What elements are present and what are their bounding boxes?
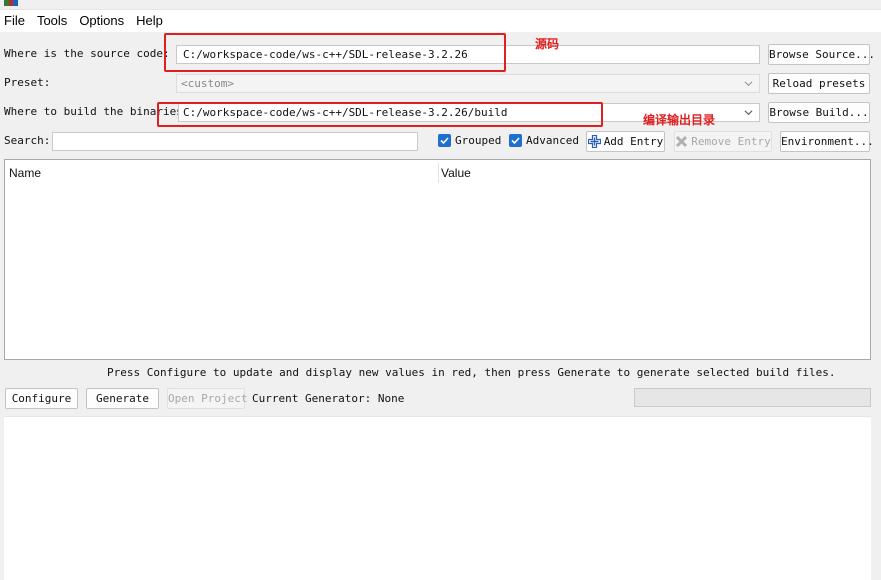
remove-entry-label: Remove Entry (691, 135, 771, 148)
annotation-box-build (157, 102, 603, 127)
menu-help[interactable]: Help (132, 10, 171, 32)
reload-presets-button[interactable]: Reload presets (768, 73, 870, 94)
add-entry-button[interactable]: Add Entry (586, 131, 665, 152)
output-log[interactable] (4, 416, 871, 580)
browse-source-button[interactable]: Browse Source... (768, 44, 875, 65)
window-title-bar (0, 0, 881, 10)
source-label: Where is the source code: (4, 47, 170, 60)
chevron-down-icon (744, 81, 753, 87)
grouped-checkbox[interactable]: Grouped (438, 134, 501, 147)
checkbox-checked-icon (509, 134, 522, 147)
remove-icon (676, 135, 688, 148)
advanced-checkbox[interactable]: Advanced (509, 134, 579, 147)
cache-variables-table[interactable]: Name Value (4, 159, 871, 360)
preset-label: Preset: (4, 76, 51, 89)
checkbox-checked-icon (438, 134, 451, 147)
current-generator-text: Current Generator: None (252, 392, 405, 405)
add-entry-label: Add Entry (603, 135, 664, 148)
open-project-button[interactable]: Open Project (167, 388, 247, 409)
preset-value: <custom> (181, 77, 234, 90)
advanced-label: Advanced (526, 134, 579, 147)
annotation-source-note: 源码 (535, 37, 560, 51)
grouped-label: Grouped (455, 134, 502, 147)
menu-bar: File Tools Options Help (0, 10, 881, 32)
column-header-name[interactable]: Name (9, 166, 41, 180)
column-divider (438, 163, 439, 183)
generate-button[interactable]: Generate (86, 388, 159, 409)
app-icon (4, 0, 18, 6)
plus-icon (587, 135, 601, 148)
progress-bar (634, 388, 871, 407)
preset-select[interactable]: <custom> (176, 74, 760, 93)
configure-hint-text: Press Configure to update and display ne… (107, 366, 836, 379)
column-header-value[interactable]: Value (441, 166, 471, 180)
browse-build-button[interactable]: Browse Build... (768, 102, 870, 123)
annotation-build-note: 编译输出目录 (643, 113, 716, 127)
configure-button[interactable]: Configure (5, 388, 78, 409)
environment-button[interactable]: Environment... (780, 131, 874, 152)
chevron-down-icon (744, 110, 753, 116)
menu-options[interactable]: Options (75, 10, 132, 32)
annotation-box-source (164, 33, 506, 72)
menu-tools[interactable]: Tools (33, 10, 75, 32)
search-label: Search: (4, 134, 51, 147)
remove-entry-button[interactable]: Remove Entry (674, 131, 772, 152)
search-input[interactable] (52, 132, 418, 151)
menu-file[interactable]: File (0, 10, 33, 32)
